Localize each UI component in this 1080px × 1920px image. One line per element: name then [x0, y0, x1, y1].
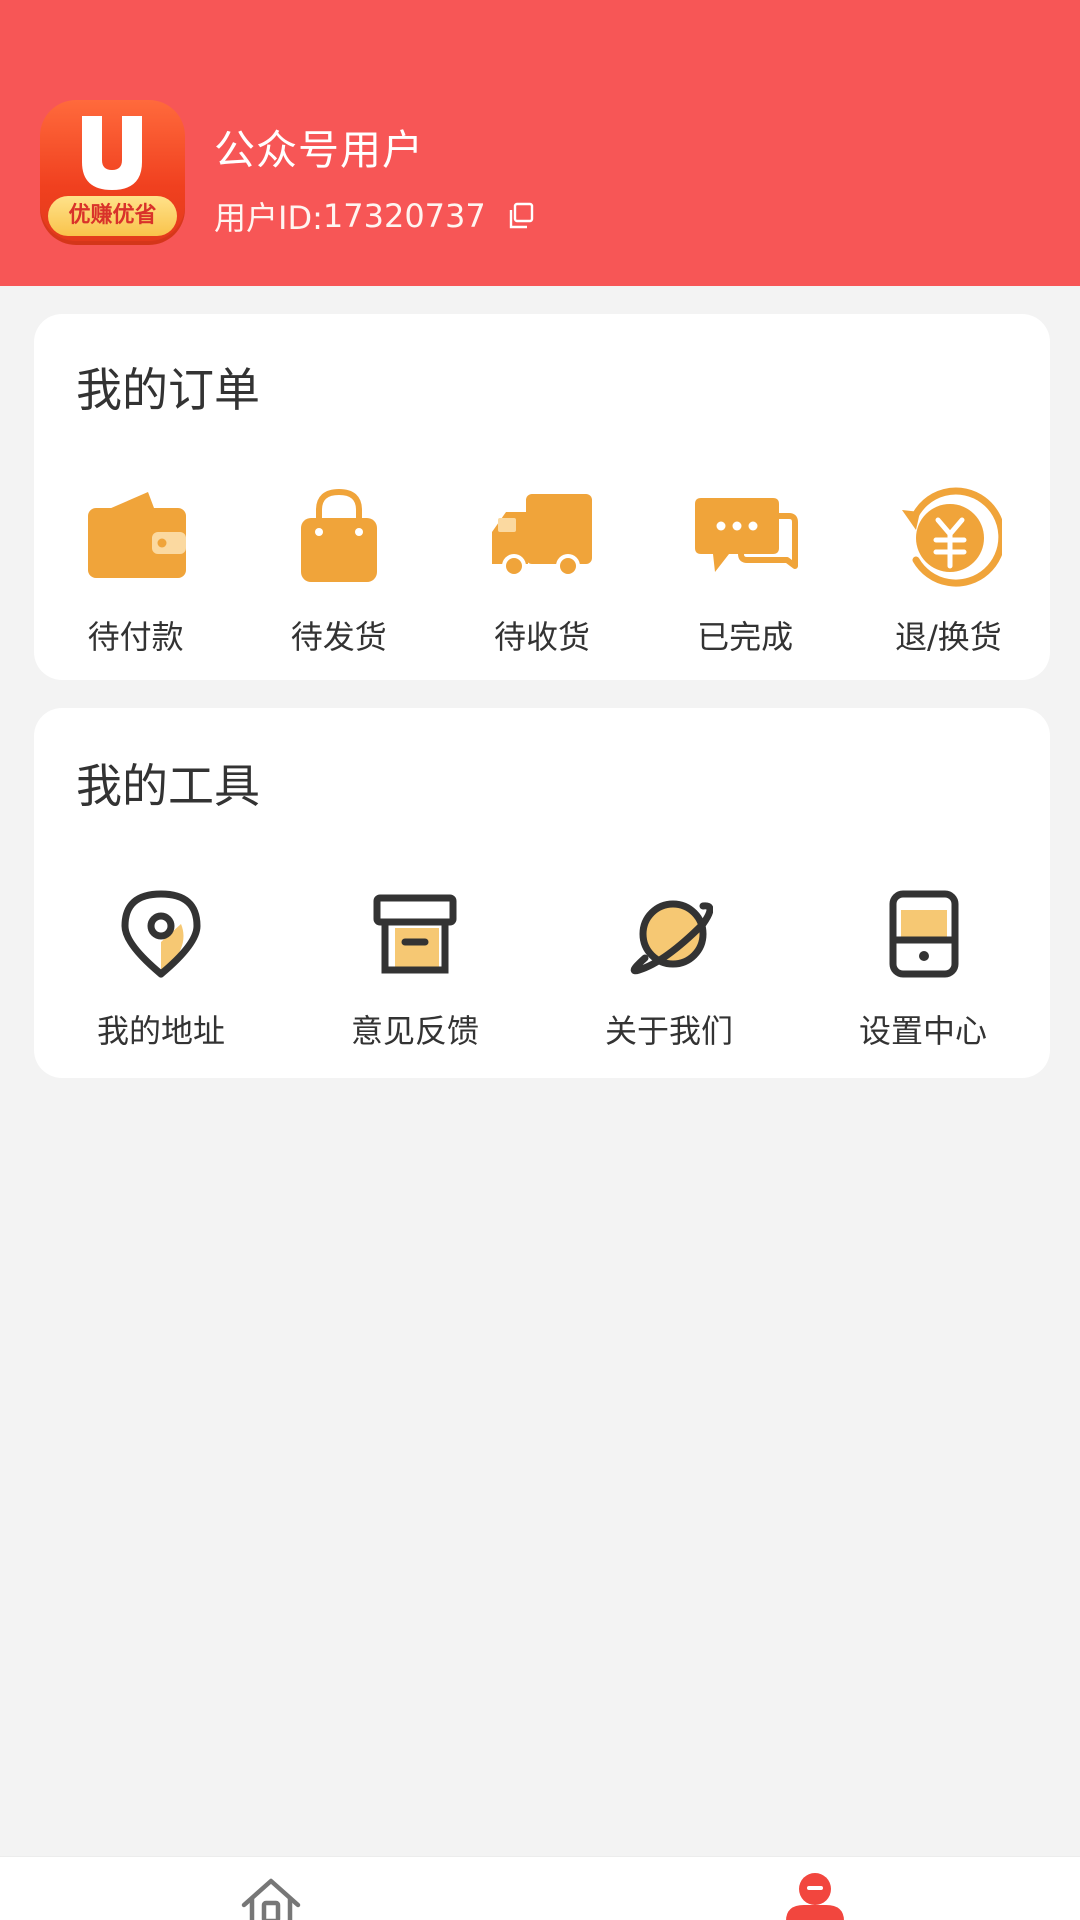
user-name: 公众号用户 — [214, 126, 424, 174]
archive-box-icon — [373, 894, 457, 974]
refund-yuan-icon — [902, 487, 1003, 587]
chat-bubbles-icon — [695, 498, 799, 572]
bottom-nav — [0, 1856, 1080, 1920]
order-label: 待收货 — [493, 618, 590, 656]
device-icon — [889, 890, 959, 978]
profile-page: 优赚优省 公众号用户 用户ID: 17320737 我的订单 待付款 待发货 待… — [0, 0, 1080, 1920]
u-letter-icon — [82, 116, 142, 190]
tool-item-about[interactable]: 关于我们 — [542, 888, 796, 1052]
order-item-pending-payment[interactable]: 待付款 — [34, 482, 237, 658]
tool-item-feedback[interactable]: 意见反馈 — [288, 888, 542, 1052]
home-icon[interactable] — [238, 1875, 304, 1920]
tool-label: 我的地址 — [96, 1012, 225, 1050]
order-item-to-receive[interactable]: 待收货 — [440, 482, 643, 658]
tools-grid: 我的地址 意见反馈 关于我们 设置中心 — [34, 888, 1050, 1052]
order-item-refund[interactable]: 退/换货 — [847, 482, 1050, 658]
user-id-value: 17320737 — [322, 197, 486, 235]
tool-label: 关于我们 — [604, 1012, 733, 1050]
user-id-label: 用户ID: — [214, 199, 323, 237]
orders-card: 我的订单 待付款 待发货 待收货 已完成 退/换货 — [34, 314, 1050, 680]
tool-label: 设置中心 — [858, 1012, 987, 1050]
location-pin-icon — [121, 890, 201, 978]
tools-title: 我的工具 — [76, 759, 260, 813]
shopping-bag-icon — [300, 488, 377, 582]
planet-icon — [630, 900, 713, 975]
tool-item-address[interactable]: 我的地址 — [34, 888, 288, 1052]
user-id-row: 用户ID: 17320737 — [214, 194, 536, 238]
tools-card: 我的工具 我的地址 意见反馈 关于我们 设置中心 — [34, 708, 1050, 1078]
orders-grid: 待付款 待发货 待收货 已完成 退/换货 — [34, 482, 1050, 658]
order-label: 待发货 — [290, 618, 387, 656]
tool-item-settings[interactable]: 设置中心 — [796, 888, 1050, 1052]
copy-icon[interactable] — [506, 201, 536, 231]
order-label: 待付款 — [87, 618, 184, 656]
logo-text: 优赚优省 — [48, 196, 177, 236]
delivery-truck-icon — [491, 494, 592, 578]
tool-label: 意见反馈 — [350, 1012, 479, 1050]
wallet-icon — [87, 492, 186, 578]
user-icon[interactable] — [782, 1871, 848, 1920]
order-label: 退/换货 — [894, 618, 1002, 656]
orders-title: 我的订单 — [76, 363, 260, 417]
order-item-completed[interactable]: 已完成 — [644, 482, 847, 658]
app-logo: 优赚优省 — [40, 100, 185, 245]
order-item-to-ship[interactable]: 待发货 — [237, 482, 440, 658]
profile-header: 优赚优省 公众号用户 用户ID: 17320737 — [0, 0, 1080, 286]
order-label: 已完成 — [697, 618, 794, 656]
